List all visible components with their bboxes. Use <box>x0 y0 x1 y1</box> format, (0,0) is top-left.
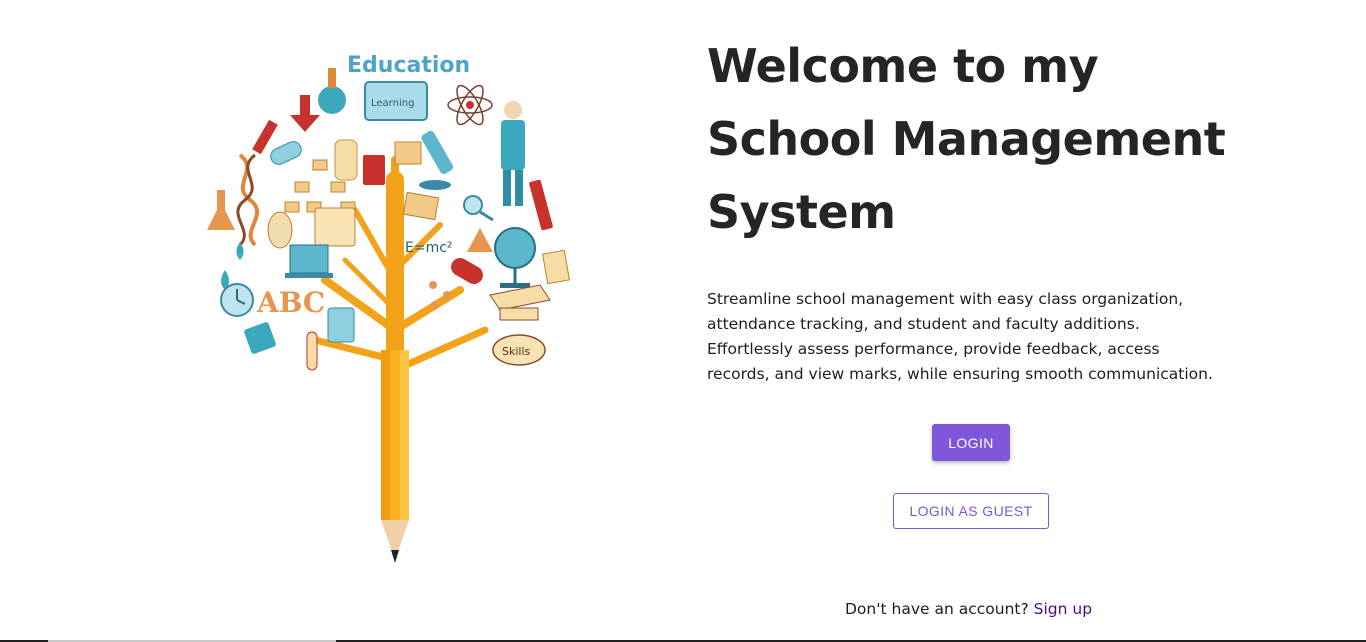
formula-doodle-text: E=mc² <box>405 240 453 256</box>
skills-doodle-text: Skills <box>502 345 531 358</box>
learning-doodle-text: Learning <box>371 98 414 109</box>
signup-link[interactable]: Sign up <box>1034 600 1092 618</box>
page-title: Welcome to my School Management System <box>707 30 1267 249</box>
abc-doodle-text: ABC <box>256 286 325 319</box>
intro-description: Streamline school management with easy c… <box>707 290 1213 383</box>
education-tree-illustration: Education Learning E=mc² ABC Skills <box>195 30 595 570</box>
title-line-1: Welcome to my <box>707 39 1099 93</box>
login-as-guest-button[interactable]: LOGIN AS GUEST <box>893 493 1049 529</box>
welcome-section: Welcome to my School Management System S… <box>707 30 1267 387</box>
title-line-3: System <box>707 185 896 239</box>
title-line-2: School Management <box>707 112 1226 166</box>
education-doodle-text: Education <box>347 53 470 78</box>
signup-prompt-text: Don't have an account? <box>845 600 1029 618</box>
pencil-tree-graphic: Education Learning E=mc² ABC Skills <box>207 53 571 563</box>
signup-prompt: Don't have an account? Sign up <box>845 600 1092 618</box>
login-button[interactable]: LOGIN <box>932 424 1010 461</box>
